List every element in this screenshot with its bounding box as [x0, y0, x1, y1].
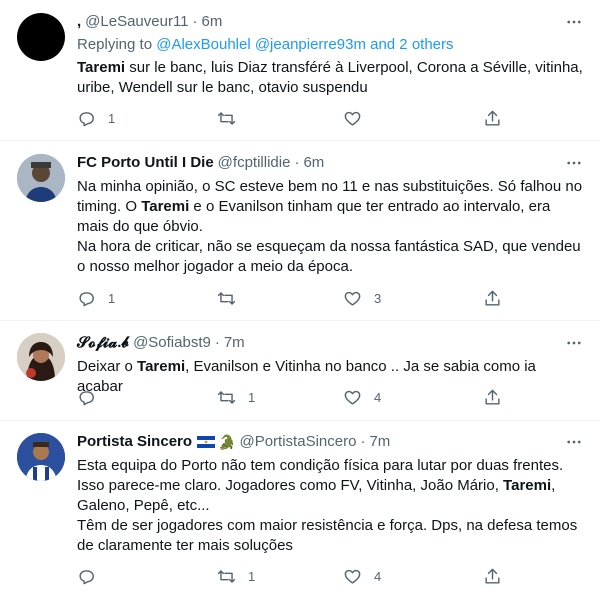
replying-to: Replying to @AlexBouhlel @jeanpierre93m … [77, 35, 584, 55]
tweet-line: Esta equipa do Porto não tem condição fí… [77, 457, 564, 474]
like-count: 4 [374, 569, 382, 584]
user-handle[interactable]: @Sofiabst9 [133, 333, 211, 353]
reply-button[interactable]: 1 [77, 109, 115, 128]
tweet-header: , @LeSauveur11 · 6m [77, 12, 584, 32]
user-handle[interactable]: @PortistaSincero [239, 432, 356, 452]
tweet-line: Galeno, Pepê, etc... [77, 497, 210, 514]
retweet-icon [217, 292, 236, 305]
timeline: , @LeSauveur11 · 6m Replying to @AlexBou… [0, 0, 600, 600]
tweet-line: Isso parece-me claro. Jogadores como FV,… [77, 477, 556, 494]
retweet-button[interactable] [217, 109, 248, 128]
replying-to-label: Replying to [77, 36, 157, 53]
tweet-line: o nosso melhor jogador a meio da época. [77, 258, 354, 275]
separator-dot: · [360, 433, 366, 450]
like-button[interactable] [343, 109, 374, 128]
avatar[interactable] [17, 333, 65, 381]
reply-count: 1 [108, 291, 116, 306]
replying-to-users[interactable]: @AlexBouhlel @jeanpierre93m and 2 others [156, 36, 453, 53]
more-icon[interactable] [564, 12, 584, 32]
display-name[interactable]: Portista Sincero [77, 432, 192, 452]
tweet-text: Taremi sur le banc, luis Diaz transféré … [77, 58, 584, 98]
share-button[interactable] [483, 567, 502, 586]
like-button[interactable]: 4 [343, 388, 381, 407]
tweet-line: mais do que óbvio. [77, 218, 203, 235]
user-handle[interactable]: @LeSauveur11 [85, 12, 188, 32]
tweet-line: Na hora de criticar, não se esqueçam da … [77, 238, 581, 255]
timestamp[interactable]: 7m [224, 333, 245, 353]
heart-icon [344, 111, 361, 126]
timestamp[interactable]: 6m [303, 153, 324, 173]
heart-icon [344, 291, 361, 306]
separator-dot: · [214, 334, 220, 351]
share-button[interactable] [483, 388, 502, 407]
tweet-line: Têm de ser jogadores com maior resistênc… [77, 517, 578, 534]
display-name[interactable]: FC Porto Until I Die [77, 153, 214, 173]
profile-photo [17, 333, 65, 381]
more-icon[interactable] [564, 432, 584, 452]
tweet[interactable]: 𝓢𝓸𝓯𝓲𝓪.𝓫 @Sofiabst9 · 7m Deixar o Taremi,… [0, 321, 600, 421]
retweet-button[interactable]: 1 [217, 567, 255, 586]
reply-icon [79, 570, 94, 585]
avatar[interactable] [17, 13, 65, 61]
user-handle[interactable]: @fcptillidie [218, 153, 291, 173]
reply-icon [79, 391, 94, 406]
share-button[interactable] [483, 289, 502, 308]
reply-button[interactable]: 1 [77, 289, 115, 308]
like-count: 4 [374, 390, 382, 405]
heart-icon [344, 569, 361, 584]
crocodile-icon: 🐊 [218, 434, 236, 450]
retweet-button[interactable]: 1 [217, 388, 255, 407]
retweet-button[interactable] [217, 289, 248, 308]
share-icon [485, 110, 500, 126]
reply-icon [79, 292, 94, 307]
more-icon[interactable] [564, 153, 584, 173]
timestamp[interactable]: 7m [369, 432, 390, 452]
tweet-text: Na minha opinião, o SC esteve bem no 11 … [77, 177, 584, 277]
display-name[interactable]: , [77, 12, 81, 32]
tweet-header: Portista Sincero 🐊 @PortistaSincero · 7m [77, 432, 584, 452]
retweet-count: 1 [248, 390, 256, 405]
profile-photo [17, 433, 65, 481]
like-button[interactable]: 4 [343, 567, 381, 586]
separator-dot: · [192, 13, 198, 30]
reply-count: 1 [108, 111, 116, 126]
retweet-icon [217, 112, 236, 125]
like-button[interactable]: 3 [343, 289, 381, 308]
reply-button[interactable] [77, 567, 108, 586]
tweet-line: de claramente ter mais soluções [77, 537, 293, 554]
retweet-icon [217, 570, 236, 583]
share-icon [485, 389, 500, 405]
tweet-line: Na minha opinião, o SC esteve bem no 11 … [77, 178, 583, 195]
tweet-header: FC Porto Until I Die @fcptillidie · 6m [77, 153, 584, 173]
tweet[interactable]: , @LeSauveur11 · 6m Replying to @AlexBou… [0, 0, 600, 141]
profile-photo [17, 154, 65, 202]
retweet-icon [217, 391, 236, 404]
share-icon [485, 568, 500, 584]
display-name[interactable]: 𝓢𝓸𝓯𝓲𝓪.𝓫 [77, 333, 129, 353]
more-icon[interactable] [564, 333, 584, 353]
timestamp[interactable]: 6m [202, 12, 223, 32]
heart-icon [344, 390, 361, 405]
retweet-count: 1 [248, 569, 256, 584]
tweet-header: 𝓢𝓸𝓯𝓲𝓪.𝓫 @Sofiabst9 · 7m [77, 333, 584, 353]
avatar[interactable] [17, 433, 65, 481]
tweet[interactable]: Portista Sincero 🐊 @PortistaSincero · 7m… [0, 421, 600, 600]
tweet-line: Taremi sur le banc, luis Diaz transféré … [77, 59, 583, 76]
reply-icon [79, 112, 94, 127]
tweet-line: uribe, Wendell sur le banc, otavio suspe… [77, 79, 368, 96]
like-count: 3 [374, 291, 382, 306]
el-salvador-flag-icon [197, 436, 216, 448]
tweet-line: timing. O Taremi e o Evanilson tinham qu… [77, 198, 551, 215]
share-button[interactable] [483, 109, 502, 128]
reply-button[interactable] [77, 388, 108, 407]
avatar[interactable] [17, 154, 65, 202]
share-icon [485, 290, 500, 306]
tweet-text: Esta equipa do Porto não tem condição fí… [77, 456, 584, 556]
separator-dot: · [294, 154, 300, 171]
tweet[interactable]: FC Porto Until I Die @fcptillidie · 6m N… [0, 141, 600, 321]
